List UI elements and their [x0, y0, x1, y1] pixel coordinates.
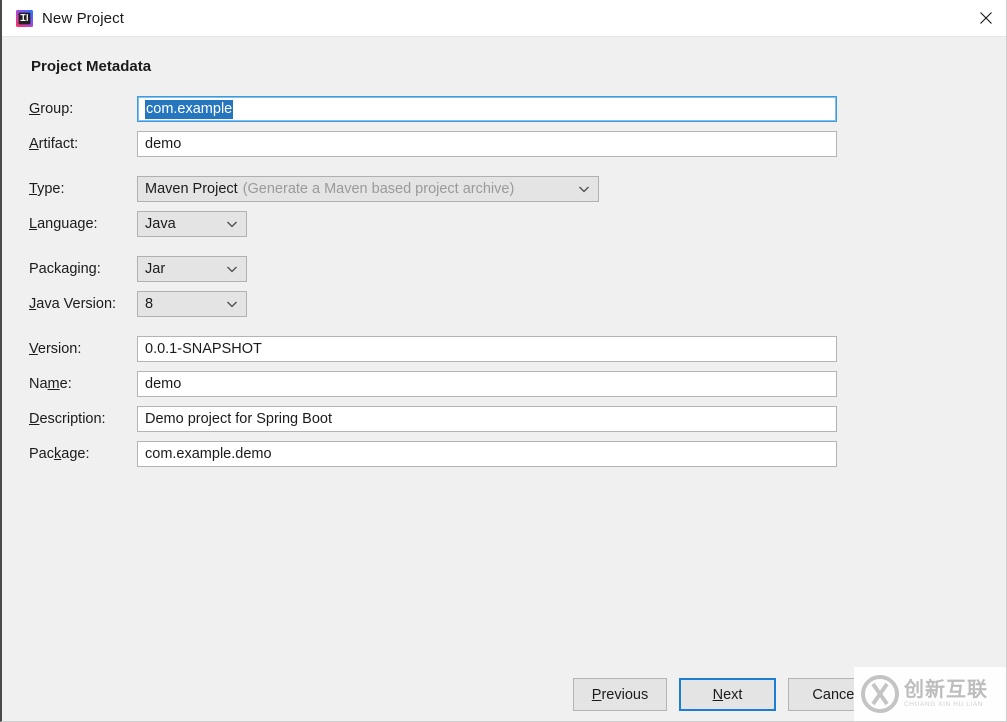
label-packaging: Packaging:: [29, 261, 101, 277]
type-dropdown-hint: (Generate a Maven based project archive): [242, 181, 515, 197]
artifact-input-value: demo: [145, 136, 182, 152]
label-language: Language:: [29, 216, 98, 232]
watermark-pinyin: CHUANG XIN HU LIAN: [904, 701, 984, 709]
version-input-value: 0.0.1-SNAPSHOT: [145, 341, 262, 357]
language-dropdown-value: Java: [145, 216, 176, 232]
package-input[interactable]: com.example.demo: [137, 441, 837, 467]
version-input[interactable]: 0.0.1-SNAPSHOT: [137, 336, 837, 362]
previous-button[interactable]: Previous: [573, 678, 667, 711]
title-bar: New Project: [2, 0, 1006, 37]
watermark: 创新互联 CHUANG XIN HU LIAN: [854, 667, 1006, 721]
next-button[interactable]: Next: [679, 678, 776, 711]
watermark-text: 创新互联 CHUANG XIN HU LIAN: [904, 679, 988, 709]
packaging-dropdown-value: Jar: [145, 261, 166, 277]
watermark-cn: 创新互联: [904, 677, 988, 702]
field-row-package: Package: com.example.demo: [2, 441, 1006, 467]
description-input-value: Demo project for Spring Boot: [145, 411, 332, 427]
intellij-idea-icon: [16, 9, 33, 27]
label-group: Group:: [29, 101, 74, 117]
field-row-java-version: Java Version: 8: [2, 291, 1006, 317]
java-version-dropdown[interactable]: 8: [137, 291, 247, 317]
group-input-value: com.example: [145, 100, 234, 119]
name-input-value: demo: [145, 376, 182, 392]
chevron-down-icon: [225, 262, 239, 276]
field-row-artifact: Artifact: demo: [2, 131, 1006, 157]
new-project-dialog: New Project Project Metadata Group: com.…: [0, 0, 1007, 722]
chevron-down-icon: [225, 297, 239, 311]
field-row-description: Description: Demo project for Spring Boo…: [2, 406, 1006, 432]
field-row-group: Group: com.example: [2, 96, 1006, 122]
language-dropdown[interactable]: Java: [137, 211, 247, 237]
type-dropdown-value: Maven Project: [145, 181, 238, 197]
name-input[interactable]: demo: [137, 371, 837, 397]
field-row-packaging: Packaging: Jar: [2, 256, 1006, 282]
label-name: Name:: [29, 376, 72, 392]
window-title: New Project: [42, 9, 124, 27]
field-row-name: Name: demo: [2, 371, 1006, 397]
group-input[interactable]: com.example: [137, 96, 837, 122]
cx-circle-logo-icon: [860, 674, 900, 714]
packaging-dropdown[interactable]: Jar: [137, 256, 247, 282]
field-row-version: Version: 0.0.1-SNAPSHOT: [2, 336, 1006, 362]
chevron-down-icon: [577, 182, 591, 196]
field-row-language: Language: Java: [2, 211, 1006, 237]
dialog-content: Project Metadata Group: com.example Arti…: [2, 37, 1006, 721]
description-input[interactable]: Demo project for Spring Boot: [137, 406, 837, 432]
chevron-down-icon: [225, 217, 239, 231]
close-icon[interactable]: [963, 0, 1006, 36]
package-input-value: com.example.demo: [145, 446, 272, 462]
artifact-input[interactable]: demo: [137, 131, 837, 157]
label-package: Package:: [29, 446, 90, 462]
java-version-dropdown-value: 8: [145, 296, 154, 312]
label-type: Type:: [29, 181, 65, 197]
label-artifact: Artifact:: [29, 136, 79, 152]
label-description: Description:: [29, 411, 106, 427]
label-java-version: Java Version:: [29, 296, 117, 312]
field-row-type: Type: Maven Project (Generate a Maven ba…: [2, 176, 1006, 202]
type-dropdown[interactable]: Maven Project (Generate a Maven based pr…: [137, 176, 599, 202]
page-title: Project Metadata: [31, 58, 152, 75]
label-version: Version:: [29, 341, 82, 357]
